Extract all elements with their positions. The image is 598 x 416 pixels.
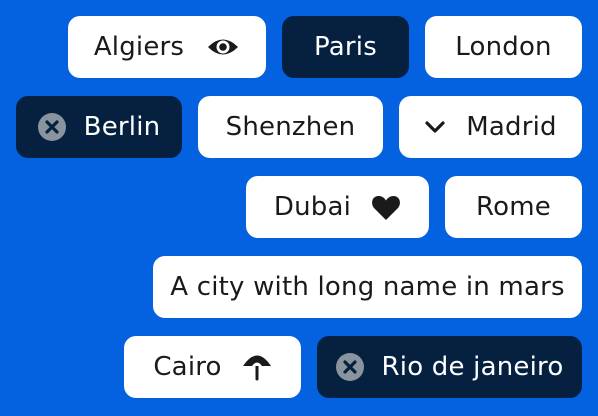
chip-algiers[interactable]: Algiers [68, 16, 266, 78]
chip-label: Rome [476, 192, 551, 222]
eye-icon[interactable] [206, 36, 240, 58]
chip-label: Algiers [93, 32, 185, 62]
chip-label: Dubai [273, 192, 352, 222]
chip-shenzhen[interactable]: Shenzhen [198, 96, 383, 158]
umbrella-icon[interactable] [242, 351, 272, 383]
chip-label: Paris [314, 32, 377, 62]
chip-madrid[interactable]: Madrid [399, 96, 582, 158]
chip-cairo[interactable]: Cairo [124, 336, 301, 398]
heart-icon[interactable] [371, 194, 401, 221]
chip-label: Rio de janeiro [381, 352, 564, 382]
chip-label: A city with long name in mars [170, 272, 565, 302]
close-circle-icon[interactable] [37, 113, 66, 141]
chip-long-name[interactable]: A city with long name in mars [153, 256, 582, 318]
close-circle-icon[interactable] [335, 353, 364, 381]
chip-paris[interactable]: Paris [282, 16, 409, 78]
chip-label: Berlin [83, 112, 161, 142]
chevron-down-icon[interactable] [424, 120, 446, 134]
chip-label: London [455, 32, 552, 62]
chip-rome[interactable]: Rome [445, 176, 582, 238]
chip-label: Cairo [153, 352, 222, 382]
chip-label: Shenzhen [225, 112, 356, 142]
chip-group: Algiers Paris London Berlin Shenzhen Mad… [0, 0, 598, 416]
chip-berlin[interactable]: Berlin [16, 96, 182, 158]
chip-label: Madrid [466, 112, 557, 142]
chip-london[interactable]: London [425, 16, 582, 78]
chip-rio-de-janeiro[interactable]: Rio de janeiro [317, 336, 582, 398]
chip-dubai[interactable]: Dubai [246, 176, 429, 238]
